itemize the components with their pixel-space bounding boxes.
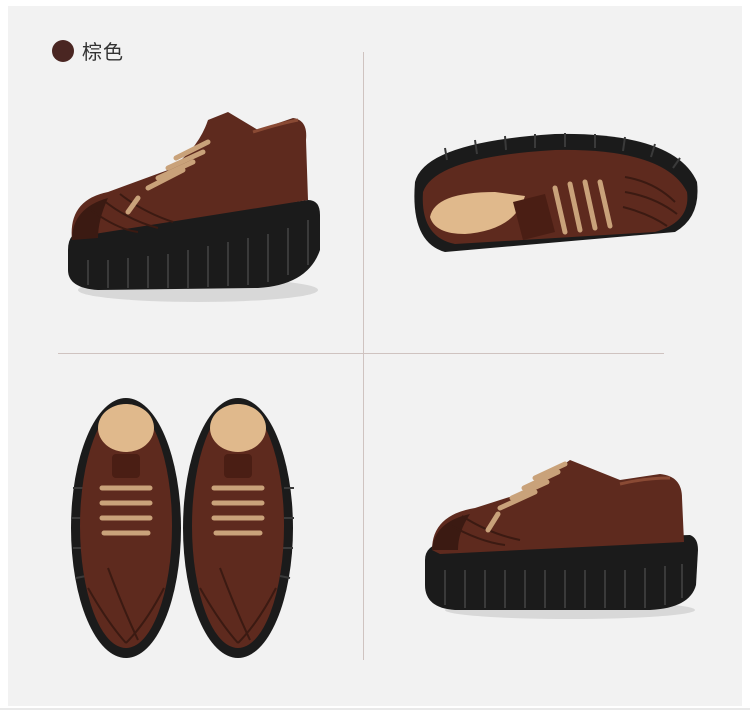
bottom-rule: [0, 708, 750, 710]
shoe-side-view-right: [425, 460, 698, 619]
shoe-front-pair-view: [71, 398, 294, 658]
shoe-side-view-left: [68, 112, 320, 302]
color-option: 棕色: [52, 36, 124, 65]
shoe-top-angle-view: [414, 133, 698, 252]
horizontal-divider: [58, 353, 664, 354]
color-swatch: [52, 39, 74, 62]
color-label: 棕色: [82, 40, 124, 64]
vertical-divider: [363, 52, 364, 660]
